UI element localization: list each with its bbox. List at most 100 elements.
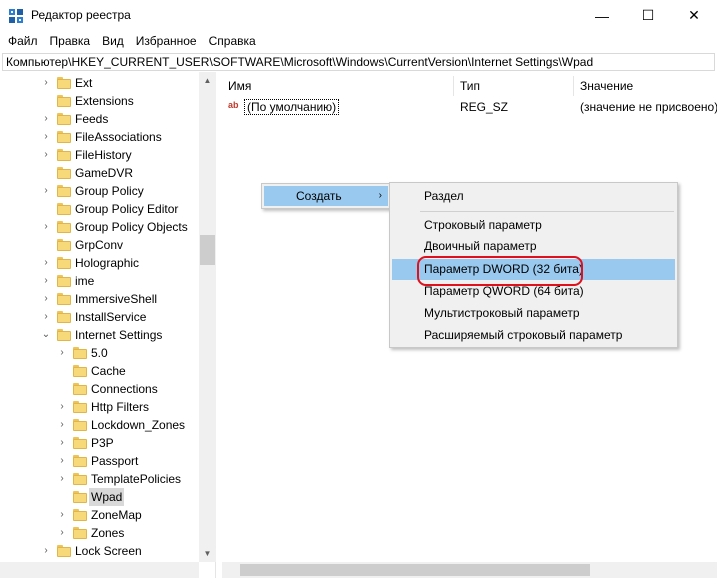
chevron-right-icon (56, 380, 68, 398)
tree-item[interactable]: › InstallService (0, 308, 199, 326)
folder-icon (57, 238, 71, 252)
tree-item[interactable]: › Lock Screen (0, 542, 199, 560)
close-button[interactable]: ✕ (671, 0, 717, 31)
tree-item[interactable]: Wpad (0, 488, 199, 506)
menu-item-string-value[interactable]: Строковый параметр (392, 215, 675, 236)
tree-item[interactable]: ⌄ Internet Settings (0, 326, 199, 344)
tree-item[interactable]: › 5.0 (0, 344, 199, 362)
scroll-down-icon[interactable]: ▼ (199, 545, 216, 562)
chevron-right-icon[interactable]: › (40, 74, 52, 92)
menu-help[interactable]: Справка (203, 31, 262, 51)
chevron-right-icon[interactable]: › (40, 542, 52, 560)
registry-editor-icon (9, 9, 23, 23)
chevron-down-icon[interactable]: ⌄ (40, 326, 52, 344)
tree-item[interactable]: › Http Filters (0, 398, 199, 416)
menu-item-binary-value[interactable]: Двоичный параметр (392, 236, 675, 257)
chevron-right-icon[interactable]: › (56, 524, 68, 542)
tree-item[interactable]: GameDVR (0, 164, 199, 182)
tree-item[interactable]: Group Policy Editor (0, 200, 199, 218)
minimize-button[interactable]: — (579, 0, 625, 31)
tree-item[interactable]: › ime (0, 272, 199, 290)
column-header-value[interactable]: Значение (574, 76, 717, 96)
tree-item[interactable]: Extensions (0, 92, 199, 110)
tree-item[interactable]: › Group Policy (0, 182, 199, 200)
tree-item[interactable]: Connections (0, 380, 199, 398)
column-header-type[interactable]: Тип (454, 76, 574, 96)
tree-item-label: Feeds (75, 112, 109, 126)
tree-item-label: Internet Settings (75, 328, 163, 342)
tree-item-label: Connections (91, 382, 158, 396)
menu-edit[interactable]: Правка (44, 31, 97, 51)
tree-item[interactable]: › FileHistory (0, 146, 199, 164)
tree-item[interactable]: › P3P (0, 434, 199, 452)
close-icon: ✕ (688, 7, 700, 23)
menu-item-expandable-string-value[interactable]: Расширяемый строковый параметр (392, 325, 675, 346)
chevron-right-icon[interactable]: › (40, 308, 52, 326)
chevron-right-icon[interactable]: › (40, 110, 52, 128)
tree-item[interactable]: › Lockdown_Zones (0, 416, 199, 434)
value-name: (По умолчанию) (244, 99, 340, 115)
chevron-right-icon[interactable]: › (56, 398, 68, 416)
tree-item[interactable]: › Ext (0, 74, 199, 92)
menu-view[interactable]: Вид (96, 31, 130, 51)
tree-scroll-thumb[interactable] (200, 235, 215, 265)
tree-item-label: Zones (91, 526, 125, 540)
chevron-right-icon[interactable]: › (40, 272, 52, 290)
chevron-right-icon (40, 200, 52, 218)
tree-item[interactable]: › Feeds (0, 110, 199, 128)
create-submenu: Раздел Строковый параметр Двоичный парам… (389, 182, 678, 348)
chevron-right-icon[interactable]: › (56, 470, 68, 488)
chevron-right-icon[interactable]: › (56, 452, 68, 470)
tree-item[interactable]: › Passport (0, 452, 199, 470)
tree-item-label: P3P (91, 436, 114, 450)
tree-item-label: Group Policy (75, 184, 144, 198)
tree-item-label: Passport (91, 454, 139, 468)
tree-item[interactable]: › Zones (0, 524, 199, 542)
folder-icon (73, 490, 87, 504)
tree-item[interactable]: Cache (0, 362, 199, 380)
tree-item[interactable]: › FileAssociations (0, 128, 199, 146)
list-row[interactable]: ab (По умолчанию) REG_SZ (значение не пр… (222, 98, 717, 116)
chevron-right-icon[interactable]: › (56, 416, 68, 434)
list-scroll-thumb[interactable] (240, 564, 590, 576)
tree-item-label: TemplatePolicies (91, 472, 182, 486)
chevron-right-icon (56, 488, 68, 506)
menu-item-key[interactable]: Раздел (392, 186, 675, 207)
menu-file[interactable]: Файл (0, 31, 44, 51)
menu-favorites[interactable]: Избранное (130, 31, 203, 51)
chevron-right-icon[interactable]: › (40, 146, 52, 164)
address-bar[interactable]: Компьютер\HKEY_CURRENT_USER\SOFTWARE\Mic… (2, 53, 715, 71)
column-header-name[interactable]: Имя (222, 76, 454, 96)
chevron-right-icon[interactable]: › (40, 254, 52, 272)
menu-item-create[interactable]: Создать › (264, 186, 388, 206)
tree-item[interactable]: › Holographic (0, 254, 199, 272)
chevron-right-icon[interactable]: › (40, 290, 52, 308)
chevron-right-icon[interactable]: › (40, 128, 52, 146)
tree-vertical-scrollbar[interactable]: ▲ ▼ (199, 72, 216, 562)
scroll-up-icon[interactable]: ▲ (199, 72, 216, 89)
maximize-button[interactable]: ☐ (625, 0, 671, 31)
tree-item[interactable]: GrpConv (0, 236, 199, 254)
chevron-right-icon[interactable]: › (40, 218, 52, 236)
folder-icon (73, 382, 87, 396)
chevron-right-icon[interactable]: › (56, 506, 68, 524)
context-menu: Создать › (261, 183, 391, 209)
menu-item-multistring-value[interactable]: Мультистроковый параметр (392, 303, 675, 324)
tree-item[interactable]: › Group Policy Objects (0, 218, 199, 236)
chevron-right-icon[interactable]: › (56, 434, 68, 452)
menu-item-dword-value[interactable]: Параметр DWORD (32 бита) (392, 259, 675, 280)
tree-horizontal-scrollbar[interactable] (0, 562, 199, 578)
chevron-right-icon[interactable]: › (56, 344, 68, 362)
tree-item-label: ImmersiveShell (75, 292, 158, 306)
tree-item[interactable]: › TemplatePolicies (0, 470, 199, 488)
folder-icon (57, 166, 71, 180)
folder-icon (57, 184, 71, 198)
folder-icon (57, 256, 71, 270)
menu-item-qword-value[interactable]: Параметр QWORD (64 бита) (392, 281, 675, 302)
list-horizontal-scrollbar[interactable] (222, 562, 717, 578)
chevron-right-icon[interactable]: › (40, 182, 52, 200)
tree-item[interactable]: › ImmersiveShell (0, 290, 199, 308)
folder-icon (73, 364, 87, 378)
tree-item[interactable]: › ZoneMap (0, 506, 199, 524)
folder-icon (57, 310, 71, 324)
